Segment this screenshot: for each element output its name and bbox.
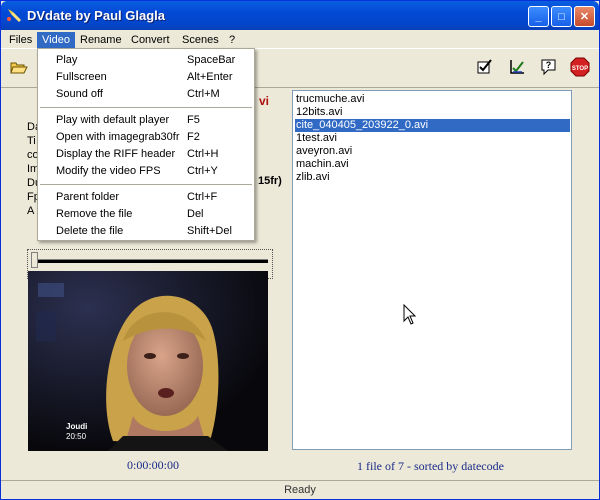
window-title: DVdate by Paul Glagla bbox=[27, 8, 165, 23]
file-item[interactable]: zlib.avi bbox=[296, 171, 330, 184]
svg-text:?: ? bbox=[546, 60, 552, 70]
status-bar: Ready bbox=[1, 480, 599, 500]
menu-separator bbox=[40, 184, 252, 185]
minimize-icon: _ bbox=[535, 10, 542, 23]
svg-text:STOP: STOP bbox=[572, 66, 588, 72]
chart-check-icon bbox=[510, 60, 524, 74]
menu-item-remove-file[interactable]: Remove the file Del bbox=[38, 206, 254, 223]
menu-item-open-imagegrab[interactable]: Open with imagegrab30fr F2 bbox=[38, 129, 254, 146]
check-button[interactable] bbox=[475, 57, 495, 77]
file-item[interactable]: 12bits.avi bbox=[296, 106, 342, 119]
stop-icon: STOP bbox=[570, 57, 590, 77]
file-item[interactable]: 1test.avi bbox=[296, 132, 337, 145]
close-button[interactable]: ✕ bbox=[574, 6, 595, 27]
video-menu-dropdown: Play SpaceBar Fullscreen Alt+Enter Sound… bbox=[37, 48, 255, 241]
checkbox-icon bbox=[477, 59, 492, 74]
open-folder-icon bbox=[10, 62, 28, 74]
open-folder-button[interactable] bbox=[9, 57, 29, 77]
video-preview[interactable]: Joudi 20:50 bbox=[28, 271, 268, 451]
menu-item-modify-fps[interactable]: Modify the video FPS Ctrl+Y bbox=[38, 163, 254, 180]
maximize-button[interactable]: □ bbox=[551, 6, 572, 27]
file-item[interactable]: aveyron.avi bbox=[296, 145, 352, 158]
mouse-cursor-icon bbox=[403, 304, 417, 325]
timecode: 0:00:00:00 bbox=[127, 458, 180, 472]
app-icon bbox=[7, 9, 22, 23]
menu-video[interactable]: Video bbox=[37, 32, 75, 48]
slider-thumb[interactable] bbox=[31, 252, 38, 268]
chart-button[interactable] bbox=[507, 57, 527, 77]
video-overlay-time: 20:50 bbox=[66, 432, 87, 441]
menu-scenes[interactable]: Scenes bbox=[177, 32, 224, 48]
info-fps-fragment: 15fr) bbox=[258, 175, 282, 187]
maximize-icon: □ bbox=[558, 10, 565, 23]
menu-item-delete-file[interactable]: Delete the file Shift+Del bbox=[38, 223, 254, 240]
menu-files[interactable]: Files bbox=[4, 32, 37, 48]
info-header-fragment: vi bbox=[259, 94, 270, 108]
status-text: Ready bbox=[284, 484, 316, 496]
file-item[interactable]: trucmuche.avi bbox=[296, 93, 364, 106]
menu-item-play-default-player[interactable]: Play with default player F5 bbox=[38, 112, 254, 129]
file-list-status: 1 file of 7 - sorted by datecode bbox=[357, 459, 504, 473]
menu-item-riff-header[interactable]: Display the RIFF header Ctrl+H bbox=[38, 146, 254, 163]
stop-button[interactable]: STOP bbox=[570, 57, 590, 77]
menu-convert[interactable]: Convert bbox=[126, 32, 175, 48]
menu-item-sound-off[interactable]: Sound off Ctrl+M bbox=[38, 86, 254, 103]
file-list[interactable]: trucmuche.avi 12bits.avi cite_040405_203… bbox=[292, 90, 572, 450]
info-row-time: Ti bbox=[27, 135, 36, 147]
menu-item-parent-folder[interactable]: Parent folder Ctrl+F bbox=[38, 189, 254, 206]
menu-separator bbox=[40, 107, 252, 108]
video-overlay-channel: Joudi bbox=[66, 422, 87, 431]
title-bar[interactable]: DVdate by Paul Glagla _ □ ✕ bbox=[1, 1, 599, 30]
menu-help[interactable]: ? bbox=[224, 32, 240, 48]
file-item[interactable]: machin.avi bbox=[296, 158, 349, 171]
help-button[interactable]: ? bbox=[539, 57, 559, 77]
slider-track bbox=[34, 259, 268, 263]
video-frame: Joudi 20:50 bbox=[28, 271, 268, 451]
main-window: DVdate by Paul Glagla _ □ ✕ Files Video … bbox=[0, 0, 600, 500]
menu-bar: Files Video Rename Convert Scenes ? bbox=[1, 30, 599, 48]
minimize-button[interactable]: _ bbox=[528, 6, 549, 27]
close-icon: ✕ bbox=[579, 11, 590, 23]
info-row-audio: A bbox=[27, 205, 35, 217]
menu-item-play[interactable]: Play SpaceBar bbox=[38, 52, 254, 69]
help-icon: ? bbox=[541, 59, 556, 76]
menu-item-fullscreen[interactable]: Fullscreen Alt+Enter bbox=[38, 69, 254, 86]
file-item-selected[interactable]: cite_040405_203922_0.avi bbox=[295, 119, 570, 132]
menu-rename[interactable]: Rename bbox=[75, 32, 127, 48]
